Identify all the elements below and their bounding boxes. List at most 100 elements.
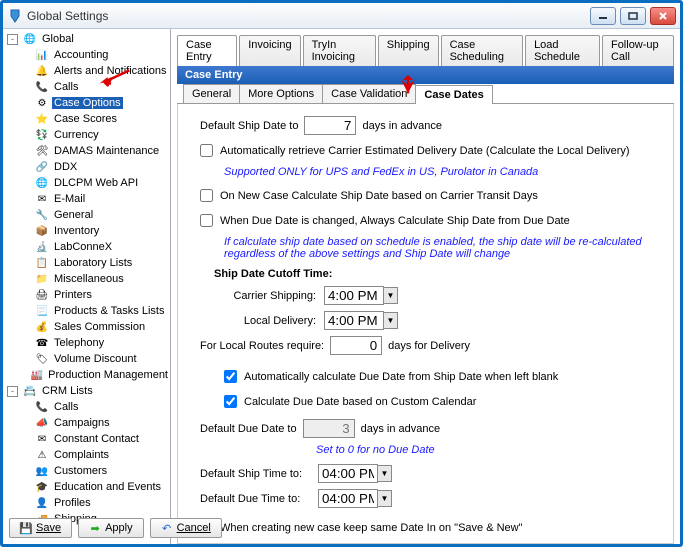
carrier-shipping-input[interactable]	[324, 286, 384, 305]
due-date-changed-label: When Due Date is changed, Always Calcula…	[220, 215, 570, 227]
tree-item-calls[interactable]: 📞Calls	[3, 399, 170, 415]
tree-item-sales-commission[interactable]: 💰Sales Commission	[3, 319, 170, 335]
local-routes-input[interactable]	[330, 336, 382, 355]
tree-item-damas-maintenance[interactable]: 🛠DAMAS Maintenance	[3, 143, 170, 159]
calc-due-custom-checkbox[interactable]	[224, 395, 237, 408]
tree-item-printers[interactable]: 🖨Printers	[3, 287, 170, 303]
tree-label: General	[52, 209, 95, 221]
tree-item-education-and-events[interactable]: 🎓Education and Events	[3, 479, 170, 495]
auto-retrieve-checkbox[interactable]	[200, 144, 213, 157]
tree-item-constant-contact[interactable]: ✉Constant Contact	[3, 431, 170, 447]
close-button[interactable]	[650, 7, 676, 25]
local-delivery-input[interactable]	[324, 311, 384, 330]
auto-calc-due-label: Automatically calculate Due Date from Sh…	[244, 371, 558, 383]
tree-item-calls[interactable]: 📞Calls	[3, 79, 170, 95]
tab-shipping[interactable]: Shipping	[378, 35, 439, 66]
tree-item-complaints[interactable]: ⚠Complaints	[3, 447, 170, 463]
tree-node-icon: ⭐	[35, 112, 49, 126]
tree-label: Calls	[52, 401, 80, 413]
subtab-case-validation[interactable]: Case Validation	[322, 84, 416, 103]
tree-item-case-options[interactable]: ⚙Case Options	[3, 95, 170, 111]
tree-item-currency[interactable]: 💱Currency	[3, 127, 170, 143]
tab-tryin-invoicing[interactable]: TryIn Invoicing	[303, 35, 376, 66]
auto-calc-due-checkbox[interactable]	[224, 370, 237, 383]
tab-case-entry[interactable]: Case Entry	[177, 35, 237, 66]
collapse-icon[interactable]: -	[7, 386, 18, 397]
outer-tabs: Case EntryInvoicingTryIn InvoicingShippi…	[171, 29, 680, 66]
default-ship-time-label: Default Ship Time to:	[200, 468, 310, 480]
save-icon: 💾	[20, 522, 32, 534]
maximize-button[interactable]	[620, 7, 646, 25]
tree-label: Accounting	[52, 49, 110, 61]
tree-item-miscellaneous[interactable]: 📁Miscellaneous	[3, 271, 170, 287]
apply-button[interactable]: ➡Apply	[78, 518, 144, 538]
globe-icon: 🌐	[23, 32, 37, 46]
tree-label: Global	[40, 33, 76, 45]
tree-item-laboratory-lists[interactable]: 📋Laboratory Lists	[3, 255, 170, 271]
tree-label: Calls	[52, 81, 80, 93]
local-routes-post: days for Delivery	[388, 340, 470, 352]
default-due-note: Set to 0 for no Due Date	[316, 444, 655, 456]
tab-case-scheduling[interactable]: Case Scheduling	[441, 35, 523, 66]
tree-node-icon: 💰	[35, 320, 49, 334]
tree-node-icon: 📁	[35, 272, 49, 286]
collapse-icon[interactable]: -	[7, 34, 18, 45]
tree-item-inventory[interactable]: 📦Inventory	[3, 223, 170, 239]
tab-load-schedule[interactable]: Load Schedule	[525, 35, 600, 66]
auto-retrieve-label: Automatically retrieve Carrier Estimated…	[220, 145, 630, 157]
default-ship-time-input[interactable]	[318, 464, 378, 483]
tree-item-dlcpm-web-api[interactable]: 🌐DLCPM Web API	[3, 175, 170, 191]
default-ship-days-input[interactable]	[304, 116, 356, 135]
tree-node-icon: ⚠	[35, 448, 49, 462]
tree-root-global[interactable]: - 🌐 Global	[3, 31, 170, 47]
tree-node-icon: 📞	[35, 400, 49, 414]
tree-node-icon: 👥	[35, 464, 49, 478]
tree-item-production-management[interactable]: 🏭Production Management	[3, 367, 170, 383]
tree-item-general[interactable]: 🔧General	[3, 207, 170, 223]
tree-item-volume-discount[interactable]: 🏷Volume Discount	[3, 351, 170, 367]
tab-invoicing[interactable]: Invoicing	[239, 35, 300, 66]
subtab-general[interactable]: General	[183, 84, 240, 103]
tree-sidebar[interactable]: - 🌐 Global 📊Accounting🔔Alerts and Notifi…	[3, 29, 171, 544]
tree-item-alerts-and-notifications[interactable]: 🔔Alerts and Notifications	[3, 63, 170, 79]
tree-item-case-scores[interactable]: ⭐Case Scores	[3, 111, 170, 127]
cancel-button[interactable]: ↶Cancel	[150, 518, 222, 538]
tree-label: Campaigns	[52, 417, 112, 429]
chevron-down-icon[interactable]: ▼	[383, 287, 398, 304]
tree-item-e-mail[interactable]: ✉E-Mail	[3, 191, 170, 207]
tree-item-ddx[interactable]: 🔗DDX	[3, 159, 170, 175]
subtab-case-dates[interactable]: Case Dates	[415, 85, 492, 104]
tree-label: Currency	[52, 129, 101, 141]
tree-item-profiles[interactable]: 👤Profiles	[3, 495, 170, 511]
tab-follow-up-call[interactable]: Follow-up Call	[602, 35, 674, 66]
chevron-down-icon[interactable]: ▼	[383, 312, 398, 329]
default-due-time-input[interactable]	[318, 489, 378, 508]
cutoff-heading: Ship Date Cutoff Time:	[214, 268, 655, 280]
tree-label: Profiles	[52, 497, 93, 509]
content-panel: Default Ship Date to days in advance Aut…	[177, 104, 674, 544]
chevron-down-icon[interactable]: ▼	[377, 465, 392, 482]
tree-item-customers[interactable]: 👥Customers	[3, 463, 170, 479]
undo-icon: ↶	[161, 522, 173, 534]
tree-label: Printers	[52, 289, 94, 301]
save-button[interactable]: 💾Save	[9, 518, 72, 538]
tree-item-accounting[interactable]: 📊Accounting	[3, 47, 170, 63]
default-due-days-input	[303, 419, 355, 438]
on-new-case-checkbox[interactable]	[200, 189, 213, 202]
tree-node-icon: 🎓	[35, 480, 49, 494]
chevron-down-icon[interactable]: ▼	[377, 490, 392, 507]
tree-item-telephony[interactable]: ☎Telephony	[3, 335, 170, 351]
tree-node-icon: 📣	[35, 416, 49, 430]
default-due-time-label: Default Due Time to:	[200, 493, 310, 505]
due-date-changed-note: If calculate ship date based on schedule…	[224, 236, 644, 260]
tree-root-crm[interactable]: - 📇 CRM Lists	[3, 383, 170, 399]
tree-item-products-tasks-lists[interactable]: 📃Products & Tasks Lists	[3, 303, 170, 319]
tree-item-campaigns[interactable]: 📣Campaigns	[3, 415, 170, 431]
tree-node-icon: ⚙	[35, 96, 49, 110]
default-due-label: Default Due Date to	[200, 423, 297, 435]
tree-label: Inventory	[52, 225, 101, 237]
tree-item-labconnex[interactable]: 🔬LabConneX	[3, 239, 170, 255]
due-date-changed-checkbox[interactable]	[200, 214, 213, 227]
subtab-more-options[interactable]: More Options	[239, 84, 323, 103]
minimize-button[interactable]	[590, 7, 616, 25]
